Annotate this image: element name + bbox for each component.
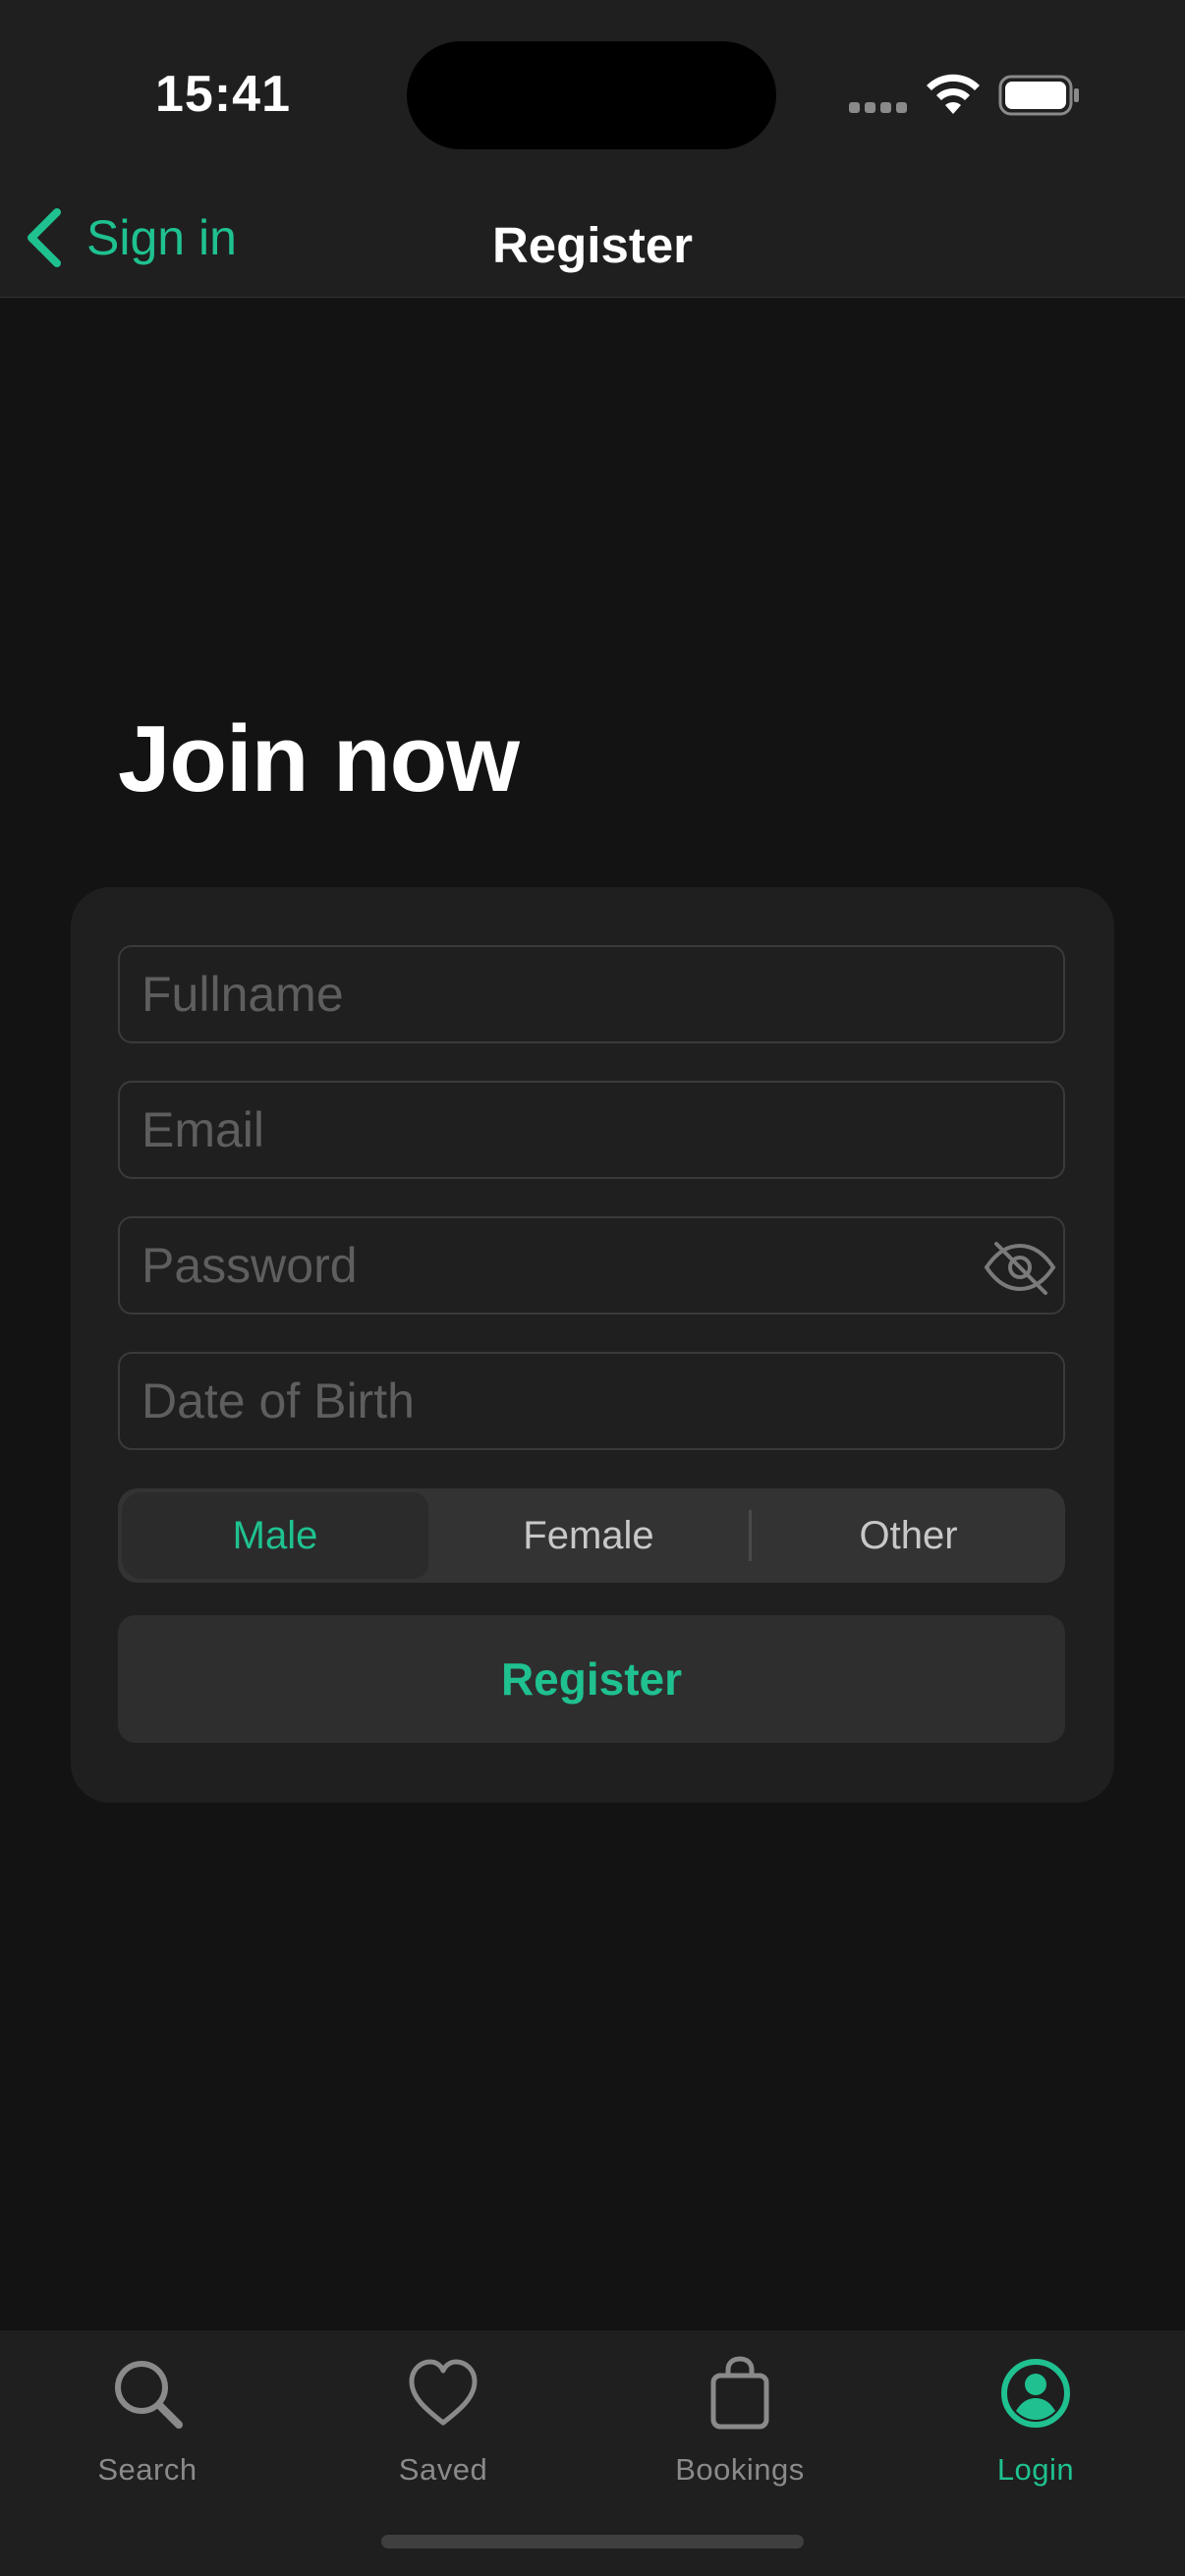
person-circle-icon (1001, 2359, 1070, 2428)
status-time: 15:41 (155, 66, 291, 123)
tab-bookings[interactable]: Bookings (592, 2330, 887, 2488)
dynamic-island (407, 41, 776, 149)
fullname-input[interactable] (120, 947, 1063, 1041)
status-bar: 15:41 (0, 0, 1185, 177)
date-of-birth-input[interactable] (120, 1354, 1063, 1448)
register-form-card: Male Female Other Register (71, 887, 1114, 1803)
cellular-signal-icon (849, 102, 908, 116)
tab-search-label: Search (97, 2452, 198, 2487)
tab-search[interactable]: Search (0, 2330, 295, 2488)
register-button[interactable]: Register (118, 1615, 1065, 1743)
password-input[interactable] (120, 1218, 1063, 1313)
gender-option-female[interactable]: Female (430, 1488, 747, 1583)
tab-login[interactable]: Login (888, 2330, 1183, 2488)
wifi-icon (927, 74, 980, 114)
email-field (118, 1081, 1065, 1179)
tab-bookings-label: Bookings (675, 2452, 805, 2487)
gender-segmented-control: Male Female Other (118, 1488, 1065, 1583)
tab-login-label: Login (996, 2452, 1075, 2487)
page-title: Register (491, 217, 694, 273)
password-field (118, 1216, 1065, 1315)
date-of-birth-field (118, 1352, 1065, 1450)
heart-icon (409, 2359, 478, 2426)
tab-saved[interactable]: Saved (296, 2330, 591, 2488)
search-icon (115, 2361, 183, 2429)
gender-option-male[interactable]: Male (122, 1492, 428, 1579)
join-now-heading: Join now (118, 706, 520, 812)
battery-icon (998, 75, 1079, 116)
eye-slash-icon[interactable] (981, 1240, 1059, 1295)
email-input[interactable] (120, 1083, 1063, 1177)
bag-icon (710, 2356, 769, 2430)
gender-option-other[interactable]: Other (752, 1488, 1065, 1583)
navigation-bar: Sign in Register (0, 177, 1185, 298)
fullname-field (118, 945, 1065, 1043)
home-indicator (381, 2535, 804, 2548)
tab-saved-label: Saved (398, 2452, 488, 2487)
